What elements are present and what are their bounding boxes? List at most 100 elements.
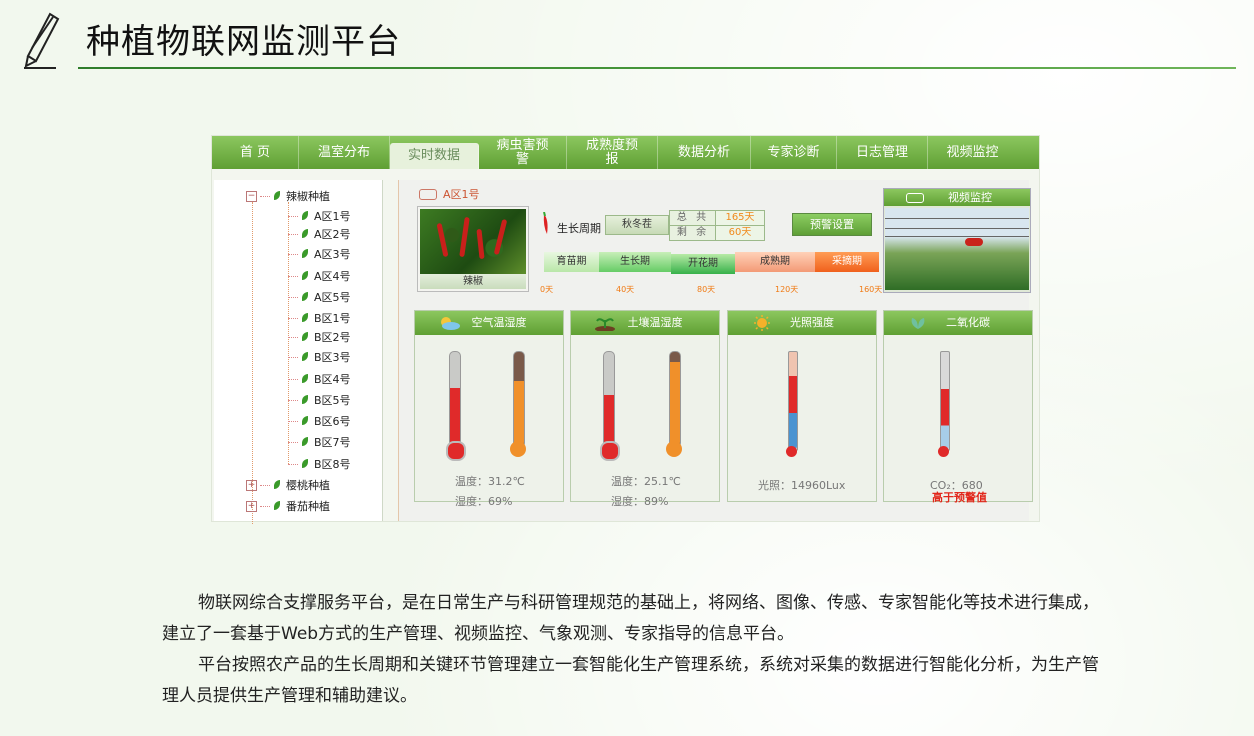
video-feed[interactable] [885,208,1029,290]
video-title-bar: 视频监控 [884,189,1030,206]
stage-harvest: 采摘期 [815,252,879,272]
page-title: 种植物联网监测平台 [86,22,401,62]
tree-root[interactable]: + 樱桃种植 [246,477,330,493]
light-gauge [788,351,798,451]
nav-analysis[interactable]: 数据分析 [658,136,751,169]
gauge-bulb [666,441,682,457]
gauge-bulb [938,446,949,457]
season-badge: 秋冬茬 [605,215,669,235]
collapse-icon[interactable]: − [246,190,257,202]
robot-icon [965,238,983,246]
soil-temp-reading: 温度：25.1℃ [611,475,681,488]
alert-settings-button[interactable]: 预警设置 [792,213,872,236]
nav-home[interactable]: 首 页 [212,136,299,169]
plant-icon [272,480,283,490]
tree-item[interactable]: A区4号 [288,268,351,284]
video-panel[interactable]: 视频监控 [883,188,1031,293]
tree-item[interactable]: A区5号 [288,289,351,305]
nav-log[interactable]: 日志管理 [837,136,928,169]
thermo-bulb [446,441,466,461]
nav-pest[interactable]: 病虫害预警 [479,136,567,169]
growth-stage-bar: 育苗期 生长期 开花期 成熟期 采摘期 [544,252,880,274]
stage-flowering: 开花期 [671,254,735,274]
plant-icon [300,249,311,259]
plant-icon [300,395,311,405]
plant-icon [300,352,311,362]
description-paragraph: 平台按照农产品的生长周期和关键环节管理建立一套智能化生产管理系统，系统对采集的数… [162,655,1099,706]
soil-humidity-reading: 湿度：89% [611,495,669,508]
air-temp-reading: 温度：31.2℃ [455,475,525,488]
tree-item[interactable]: B区7号 [288,434,351,450]
air-humidity-gauge [513,351,525,448]
plant-icon [300,374,311,384]
soil-temp-thermometer [603,351,615,448]
growth-cycle-label: 生长周期 [557,222,601,235]
plant-icon [300,332,311,342]
tree-item[interactable]: B区6号 [288,413,351,429]
zone-tree: − 辣椒种植 A区1号 A区2号 A区3号 A区4号 A区5号 B区1号 B区2号… [214,180,383,524]
tree-item[interactable]: B区1号 [288,310,351,326]
nav-greenhouse[interactable]: 温室分布 [299,136,390,169]
remain-label: 剩 余 [669,225,717,241]
axis-tick: 160天 [859,285,883,294]
thermo-bulb [600,441,620,461]
expand-icon[interactable]: + [246,479,257,491]
expand-icon[interactable]: + [246,500,257,512]
tree-root[interactable]: − 辣椒种植 [246,188,330,204]
stage-seedling: 育苗期 [544,252,599,272]
co2-sensor-card: 二氧化碳 CO₂：680 高于预警值 [883,310,1033,504]
realtime-content: A区1号 辣椒 生长周期 秋冬茬 总 共 165天 剩 余 60天 预警设置 育… [398,180,1033,521]
axis-tick: 120天 [775,285,799,294]
air-temp-thermometer [449,351,461,448]
light-reading: 光照：14960Lux [758,479,846,492]
plant-icon [300,229,311,239]
nav-bar: 首 页 温室分布 实时数据 病虫害预警 成熟度预报 数据分析 专家诊断 日志管理… [212,136,1039,169]
plant-icon [300,437,311,447]
air-sensor-card: 空气温湿度 温度：31.2℃ 湿度：69% [414,310,564,508]
nav-maturity[interactable]: 成熟度预报 [567,136,658,169]
plant-icon [300,459,311,469]
platform-screenshot: 首 页 温室分布 实时数据 病虫害预警 成熟度预报 数据分析 专家诊断 日志管理… [211,135,1040,524]
nav-expert[interactable]: 专家诊断 [751,136,837,169]
tree-item[interactable]: B区4号 [288,371,351,387]
tree-item[interactable]: A区2号 [288,226,351,242]
plant-icon [300,271,311,281]
plant-icon [300,313,311,323]
tree-item[interactable]: B区5号 [288,392,351,408]
plant-icon [300,416,311,426]
soil-sensor-card: 土壤温湿度 温度：25.1℃ 湿度：89% [570,310,720,508]
title-divider [78,67,1236,69]
tree-item[interactable]: A区3号 [288,246,351,262]
tree-item[interactable]: B区3号 [288,349,351,365]
nav-realtime[interactable]: 实时数据 [390,143,479,169]
co2-gauge [940,351,950,451]
camera-icon [419,188,437,200]
remain-value: 60天 [715,225,765,241]
gauge-bulb [510,441,526,457]
tree-item[interactable]: A区1号 [288,208,351,224]
pepper-image [420,209,526,274]
axis-tick: 40天 [616,285,635,294]
tree-item[interactable]: B区8号 [288,456,351,472]
soil-humidity-gauge [669,351,681,448]
air-humidity-reading: 湿度：69% [455,495,513,508]
tree-item[interactable]: B区2号 [288,329,351,345]
chili-icon [543,212,548,234]
co2-warning: 高于预警值 [932,491,987,504]
total-label: 总 共 [669,210,717,226]
video-camera-icon [906,193,924,203]
tree-root[interactable]: + 番茄种植 [246,498,330,514]
zone-title: A区1号 [419,186,480,202]
light-sensor-card: 光照强度 光照：14960Lux [727,310,877,502]
nav-video[interactable]: 视频监控 [928,136,1017,169]
description-paragraph: 物联网综合支撑服务平台，是在日常生产与科研管理规范的基础上，将网络、图像、传感、… [162,593,1099,644]
axis-tick: 0天 [540,285,554,294]
crop-caption: 辣椒 [420,274,526,289]
plant-icon [300,292,311,302]
gauge-bulb [786,446,797,457]
pencil-icon [24,12,60,69]
plant-icon [300,211,311,221]
axis-tick: 80天 [697,285,716,294]
stage-growth: 生长期 [599,252,671,272]
plant-icon [272,191,283,201]
